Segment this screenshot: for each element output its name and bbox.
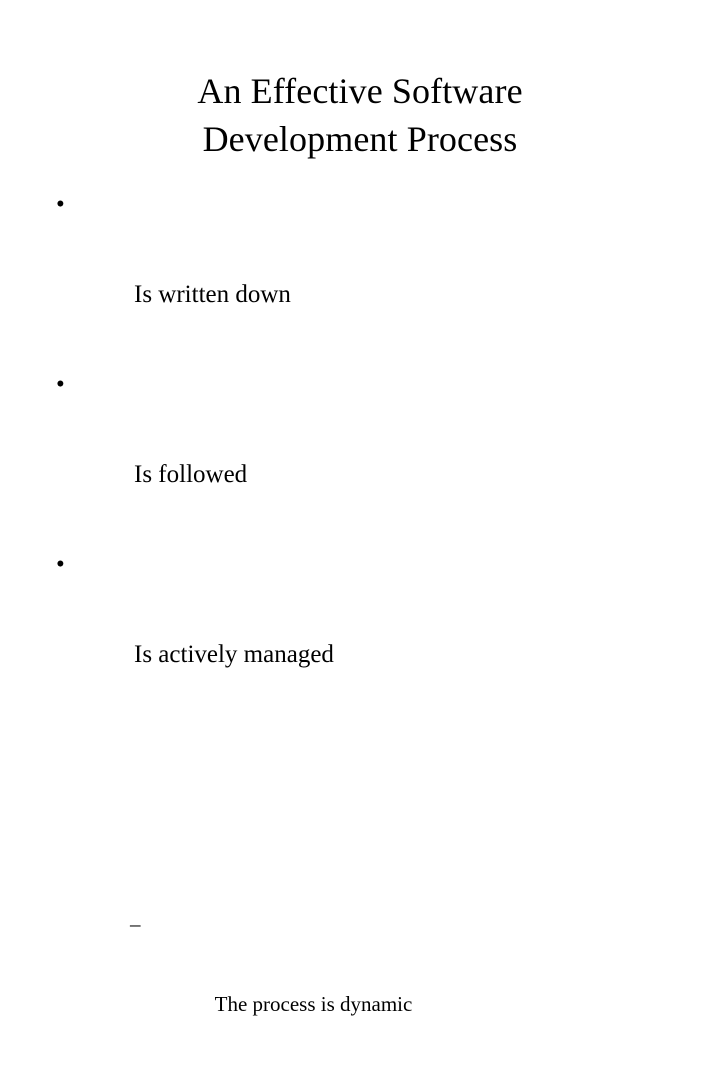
bullet-marker-icon: • [56, 191, 65, 218]
bullet-text: Is written down [134, 281, 291, 308]
bullet-text: Is actively managed [134, 641, 334, 668]
bullet-marker-icon: • [56, 371, 65, 398]
bullet-item-is-followed: • Is followed [50, 362, 670, 542]
sub-bullet-text: The process is dynamic [214, 992, 413, 1016]
slide: An Effective Software Development Proces… [0, 0, 720, 1016]
bullet-text: Is followed [134, 461, 248, 488]
bullet-list-level2: – The process is dynamic – Its effective… [84, 769, 670, 1080]
bullet-marker-icon: • [56, 551, 65, 578]
sub-bullet-item-process-is-dynamic: – The process is dynamic [130, 904, 670, 1064]
slide-title-line-1: An Effective Software [197, 71, 523, 112]
bullet-item-is-actively-managed: • Is actively managed – The process is d… [50, 542, 670, 1080]
bullet-item-is-written-down: • Is written down [50, 182, 670, 362]
slide-title-line-2: Development Process [202, 119, 518, 160]
bullet-list-level1: • Is written down • Is followed • Is act… [50, 182, 670, 1080]
slide-body: • Is written down • Is followed • Is act… [50, 182, 670, 1080]
slide-title: An Effective Software Development Proces… [0, 67, 720, 163]
dash-marker-icon: – [130, 912, 141, 936]
